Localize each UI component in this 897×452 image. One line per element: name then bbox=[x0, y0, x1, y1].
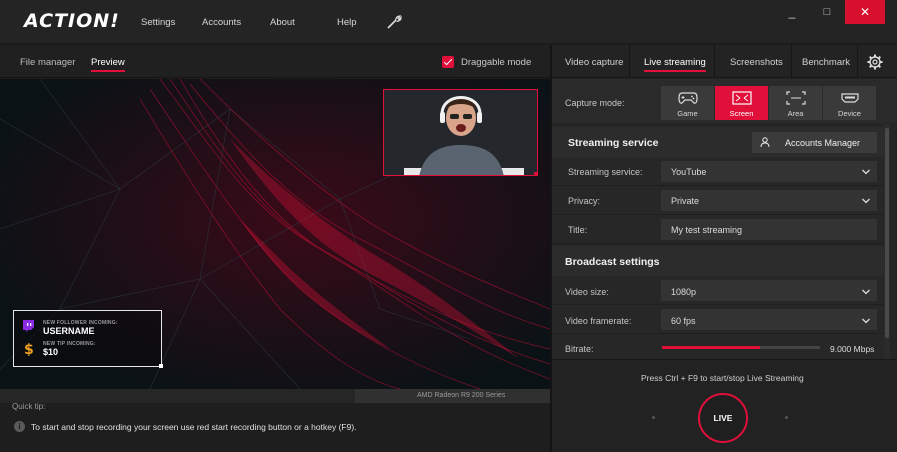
alert-overlay[interactable]: NEW FOLLOWER INCOMING: USERNAME $ NEW TI… bbox=[13, 310, 162, 367]
tab-separator bbox=[629, 45, 630, 78]
tab-separator bbox=[791, 45, 792, 78]
draggable-mode-checkbox[interactable] bbox=[442, 56, 454, 68]
tab-preview[interactable]: Preview bbox=[91, 57, 125, 72]
menu-accounts[interactable]: Accounts bbox=[202, 17, 241, 28]
privacy-value: Private bbox=[671, 196, 700, 206]
gamepad-icon bbox=[678, 92, 698, 104]
gpu-label: AMD Radeon R9 200 Series bbox=[417, 392, 506, 399]
streaming-service-label: Streaming service: bbox=[568, 167, 643, 177]
capture-mode-device[interactable]: Device bbox=[823, 86, 876, 120]
privacy-label: Privacy: bbox=[568, 196, 601, 206]
tab-file-manager[interactable]: File manager bbox=[20, 57, 75, 68]
webcam-image bbox=[384, 90, 537, 175]
chevron-down-icon bbox=[862, 198, 870, 204]
hdmi-device-icon bbox=[841, 93, 859, 103]
video-size-label: Video size: bbox=[565, 287, 609, 297]
live-button-label: LIVE bbox=[713, 413, 733, 423]
webcam-overlay[interactable] bbox=[383, 89, 538, 176]
title-bar: ACTION! Settings Accounts About Help _ □… bbox=[0, 0, 897, 44]
streaming-service-title: Streaming service bbox=[568, 137, 659, 149]
capture-mode-game[interactable]: Game bbox=[661, 86, 714, 120]
capture-mode-game-label: Game bbox=[677, 109, 698, 118]
capture-mode-area-label: Area bbox=[787, 109, 804, 118]
capture-mode-screen-label: Screen bbox=[729, 109, 754, 118]
broadcast-settings-title: Broadcast settings bbox=[565, 256, 660, 268]
capture-mode-label: Capture mode: bbox=[565, 98, 625, 108]
tab-video-capture[interactable]: Video capture bbox=[565, 57, 623, 68]
quick-tip-text: To start and stop recording your screen … bbox=[31, 422, 357, 432]
streaming-service-value: YouTube bbox=[671, 167, 707, 177]
info-icon: i bbox=[14, 421, 25, 432]
tab-benchmark[interactable]: Benchmark bbox=[802, 57, 850, 68]
chevron-down-icon bbox=[862, 318, 870, 324]
svg-text:$: $ bbox=[24, 342, 34, 356]
chevron-down-icon bbox=[862, 289, 870, 295]
tab-live-streaming[interactable]: Live streaming bbox=[644, 57, 706, 72]
maximize-button[interactable]: □ bbox=[805, 0, 849, 24]
live-hotkey-hint: Press Ctrl + F9 to start/stop Live Strea… bbox=[641, 373, 804, 383]
title-input-value: My test streaming bbox=[671, 225, 743, 235]
webcam-resize-handle[interactable] bbox=[534, 172, 538, 176]
title-label: Title: bbox=[568, 225, 588, 235]
menu-help[interactable]: Help bbox=[337, 17, 357, 28]
close-button[interactable]: ✕ bbox=[845, 0, 885, 24]
video-framerate-value: 60 fps bbox=[671, 316, 696, 326]
twitch-icon bbox=[23, 320, 34, 332]
bitrate-value: 9.000 Mbps bbox=[830, 344, 875, 354]
capture-mode-device-label: Device bbox=[838, 109, 861, 118]
tab-screenshots[interactable]: Screenshots bbox=[730, 57, 783, 68]
indicator-dot bbox=[652, 416, 655, 419]
tip-value: $10 bbox=[43, 347, 59, 357]
settings-scrollbar-thumb[interactable] bbox=[885, 128, 889, 338]
video-framerate-label: Video framerate: bbox=[565, 316, 632, 326]
area-select-icon bbox=[786, 91, 806, 105]
capture-mode-screen[interactable]: Screen bbox=[715, 86, 768, 120]
menu-settings[interactable]: Settings bbox=[141, 17, 175, 28]
capture-mode-area[interactable]: Area bbox=[769, 86, 822, 120]
menu-about[interactable]: About bbox=[270, 17, 295, 28]
wrench-icon[interactable] bbox=[385, 13, 403, 31]
tab-separator bbox=[857, 45, 858, 78]
video-size-value: 1080p bbox=[671, 287, 697, 297]
bitrate-slider-fill[interactable] bbox=[662, 346, 760, 349]
accounts-manager-label: Accounts Manager bbox=[785, 138, 861, 148]
tab-separator bbox=[714, 45, 715, 78]
bitrate-label: Bitrate: bbox=[565, 344, 594, 354]
app-logo: ACTION! bbox=[24, 10, 120, 32]
quick-tip-title: Quick tip: bbox=[12, 402, 46, 411]
fullscreen-icon bbox=[732, 91, 752, 105]
chevron-down-icon bbox=[862, 169, 870, 175]
dollar-icon: $ bbox=[24, 342, 34, 356]
indicator-dot bbox=[785, 416, 788, 419]
overlay-resize-handle[interactable] bbox=[159, 364, 163, 368]
gear-icon[interactable] bbox=[867, 54, 883, 70]
follower-name: USERNAME bbox=[43, 326, 95, 336]
draggable-mode-label: Draggable mode bbox=[461, 57, 532, 68]
user-icon bbox=[760, 137, 770, 147]
